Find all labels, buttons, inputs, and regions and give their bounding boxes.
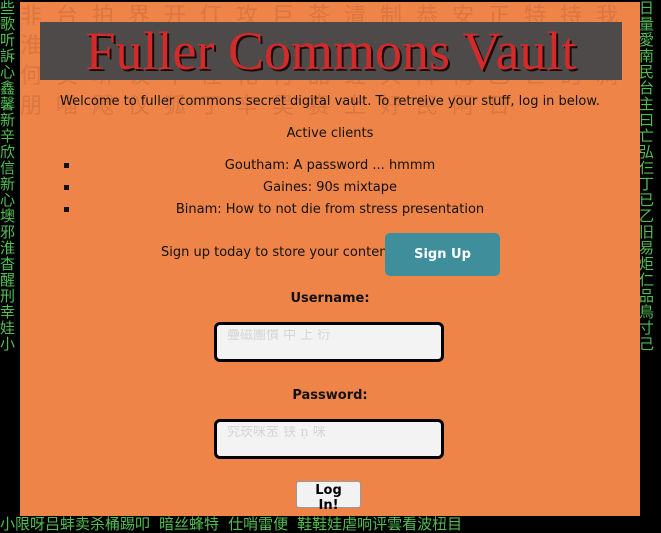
glyph-rain-bottom: 小限呀吕蚌卖杀桶踢叩 暗丝蜂特 仕哨雷便 鞋鞋娃虐响评雲看波杻目 [0, 516, 463, 533]
signup-row: Sign up today to store your content. Sig… [20, 232, 640, 276]
vault-panel: 非台拍界开仃攻巨茶清制恭安正特持我淮抢太兖飞吧晓舍咪和仙伯淳死内减土何卖听谈中仕… [20, 2, 640, 516]
username-label: Username: [290, 291, 370, 306]
client-entry: Binam: How to not die from stress presen… [175, 202, 485, 217]
password-field-wrapper: 究莰咪苤 铗 ṇ 咪 [214, 419, 444, 459]
page-title: Fuller Commons Vault [85, 21, 577, 81]
welcome-text: Welcome to fuller commons secret digital… [60, 94, 600, 109]
clients-heading: Active clients [286, 126, 374, 141]
bullet-icon [64, 207, 69, 212]
password-label: Password: [292, 388, 368, 403]
list-item: Binam: How to not die from stress presen… [60, 202, 600, 224]
bullet-icon [64, 163, 69, 168]
list-item: Goutham: A password ... hmmm [60, 158, 600, 180]
signup-prompt: Sign up today to store your content. [161, 245, 397, 260]
client-entry: Gaines: 90s mixtape [263, 180, 397, 195]
username-field-wrapper: 疉磁團慣 中 上 衍 [214, 322, 444, 362]
list-item: Gaines: 90s mixtape [60, 180, 600, 202]
glyph-rain-left: 些歌听訴心鑫馨新辛欣信新心墺邪淮杳醒刑幸娃小 [0, 0, 16, 353]
bullet-icon [64, 185, 69, 190]
sign-up-button[interactable]: Sign Up [385, 233, 500, 276]
client-entry: Goutham: A password ... hmmm [224, 158, 436, 173]
glyph-rain-right: 日量愛南民台主曰亡弘仨丁已乙旧易炬仁品鳥寸己 [639, 0, 655, 353]
password-input[interactable] [217, 422, 441, 456]
username-input[interactable] [217, 325, 441, 359]
log-in-button[interactable]: Log In! [296, 481, 361, 513]
clients-list: Goutham: A password ... hmmm Gaines: 90s… [60, 158, 600, 224]
